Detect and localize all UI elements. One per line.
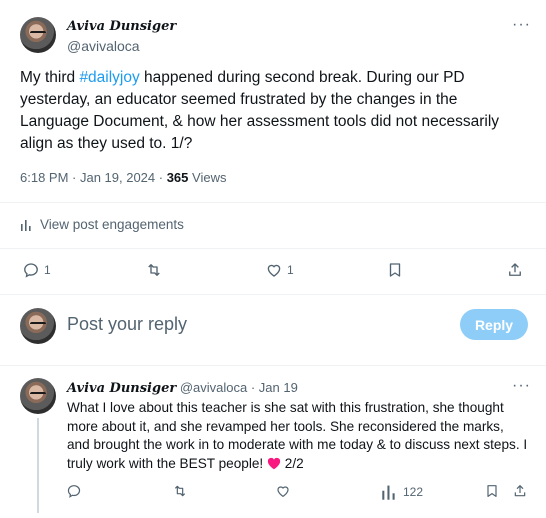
divider (0, 248, 546, 249)
share-icon (514, 485, 526, 497)
analytics-icon (382, 485, 395, 500)
thread-line (37, 418, 39, 513)
like-icon (277, 486, 289, 498)
post-text: My third #dailyjoy happened during secon… (20, 67, 530, 155)
composer-avatar[interactable] (20, 308, 56, 344)
reply-button[interactable]: Reply (460, 309, 528, 340)
post-text-start: My third (20, 69, 80, 86)
more-icon[interactable]: ··· (512, 378, 531, 394)
repost-icon (148, 264, 160, 276)
bookmark-icon (389, 263, 401, 277)
reply-date[interactable]: Jan 19 (259, 380, 298, 395)
reply-handle[interactable]: @avivaloca (180, 380, 247, 395)
divider (0, 202, 546, 203)
analytics-icon (21, 219, 31, 231)
action-reply[interactable]: 1 (22, 261, 51, 279)
action-share[interactable] (506, 261, 524, 279)
post-metadata: 6:18 PM · Jan 19, 2024 · 365 Views (20, 170, 226, 185)
reply-action-repost[interactable] (172, 483, 188, 499)
author-handle[interactable]: @avivaloca (67, 38, 140, 54)
action-repost[interactable] (145, 261, 163, 279)
reply-icon (24, 263, 38, 278)
post-timestamp[interactable]: 6:18 PM · Jan 19, 2024 · (20, 170, 167, 185)
action-like[interactable]: 1 (265, 261, 294, 279)
reply-action-reply[interactable] (66, 483, 82, 499)
reply-avatar[interactable] (20, 378, 56, 414)
like-icon (267, 264, 281, 277)
reply-action-like[interactable] (275, 483, 291, 499)
repost-icon (174, 485, 186, 497)
reply-action-views[interactable]: 122 (381, 483, 423, 501)
heart-emoji-icon (267, 457, 281, 469)
reply-separator: · (247, 380, 259, 395)
view-engagements-link[interactable]: View post engagements (20, 217, 184, 232)
reply-suffix: 2/2 (284, 455, 304, 471)
avatar[interactable] (20, 17, 56, 53)
reply-text: What I love about this teacher is she sa… (67, 399, 529, 473)
views-label: Views (192, 170, 227, 185)
reply-input[interactable]: Post your reply (67, 314, 187, 335)
divider (0, 294, 546, 295)
divider (0, 365, 546, 366)
views-count: 365 (166, 170, 189, 185)
author-name[interactable]: Aviva Dunsiger (67, 19, 176, 34)
hashtag-link[interactable]: #dailyjoy (79, 69, 139, 86)
share-icon (509, 263, 521, 276)
reply-views-count: 122 (403, 485, 424, 499)
like-count: 1 (287, 263, 294, 277)
reply-action-bookmark[interactable] (484, 483, 500, 499)
reply-count: 1 (44, 263, 51, 277)
engagements-label: View post engagements (40, 217, 184, 232)
reply-action-share[interactable] (512, 483, 528, 499)
action-bookmark[interactable] (386, 261, 404, 279)
reply-author-name[interactable]: Aviva Dunsiger (67, 381, 176, 396)
more-icon[interactable]: ··· (512, 17, 531, 33)
bookmark-icon (487, 485, 497, 497)
reply-icon (67, 485, 81, 498)
reply-header: Aviva Dunsiger @avivaloca · Jan 19 (67, 380, 298, 396)
